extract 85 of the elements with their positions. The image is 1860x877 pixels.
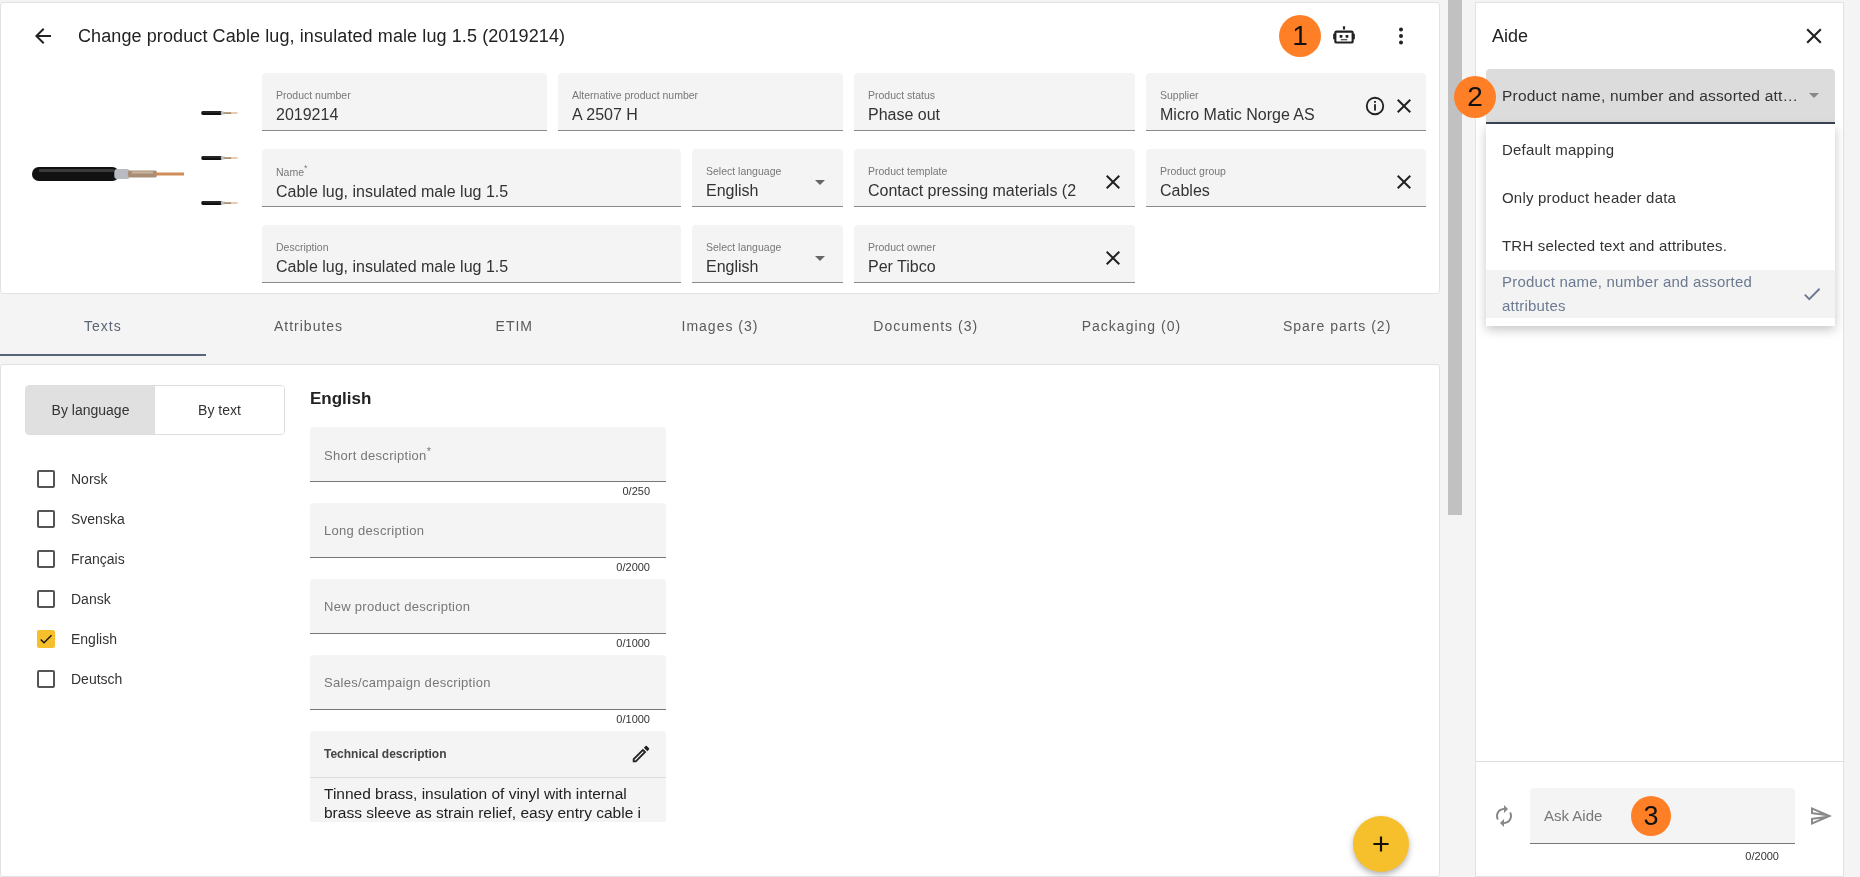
tab[interactable]: ETIM [411,298,618,356]
checkbox[interactable] [37,550,55,568]
field-label: Description [276,240,330,253]
dropdown-caret-icon [1809,93,1819,98]
field-label: Supplier [1160,88,1200,101]
field-value: Per Tibco [868,257,937,276]
field-label: Select language [706,164,783,177]
menu-item[interactable]: Product name, number and assorted attributes [1486,270,1835,318]
dropdown-caret-icon [815,179,825,185]
product-field[interactable]: Product group Cables [1146,149,1426,207]
text-field[interactable]: New product description [310,579,666,634]
field-label: Alternative product number [572,88,700,101]
tab[interactable]: Texts [0,298,206,356]
product-field[interactable]: Alternative product number A 2507 H [558,73,843,131]
field-value: Phase out [868,105,942,124]
tab[interactable]: Documents (3) [822,298,1029,356]
language-label: Norsk [71,470,108,489]
tab[interactable]: Attributes [205,298,412,356]
character-counter: 0/2000 [1744,850,1780,862]
field-label: Select language [706,240,783,253]
field-label: Sales/campaign description [324,674,491,690]
field-value: A 2507 H [572,105,639,124]
character-counter: 0/2000 [615,561,651,575]
field-value: Cable lug, insulated male lug 1.5 [276,182,510,201]
mapping-dropdown[interactable]: Product name, number and assorted att… [1486,69,1835,124]
language-label: Svenska [71,510,125,529]
tab[interactable]: Packaging (0) [1028,298,1235,356]
product-field[interactable]: Name$^{*}$ Cable lug, insulated male lug 1.5 [262,149,681,207]
send-button[interactable] [1809,804,1833,828]
character-counter: 0/1000 [615,713,651,727]
panel-title: Aide [1492,25,1529,47]
product-field[interactable]: Product number 2019214 [262,73,547,131]
field-value: Cable lug, insulated male lug 1.5 [276,257,510,276]
checkbox[interactable] [37,670,55,688]
menu-item[interactable]: Default mapping [1486,126,1835,174]
text-field[interactable]: Sales/campaign description [310,655,666,710]
field-value: 2019214 [276,105,340,124]
dropdown-caret-icon [815,255,825,261]
field-value: Micro Matic Norge AS [1160,105,1316,124]
checkbox[interactable] [37,470,55,488]
language-label: English [71,630,117,649]
section-heading: English [310,389,373,410]
language-label: Dansk [71,590,111,609]
scrollbar[interactable] [1448,0,1462,515]
field-value: English [706,181,760,200]
edit-button[interactable] [630,743,652,765]
checkbox[interactable] [37,590,55,608]
field-label: Technical description [324,747,447,761]
character-counter: 0/250 [621,485,651,499]
pencil-icon [630,743,652,765]
annotation-badge: 1 [1279,15,1321,57]
field-label: Product template [868,164,949,177]
field-label: Long description [324,522,425,538]
character-counter: 0/1000 [615,637,651,651]
tab[interactable]: Images (3) [617,298,823,356]
checkbox[interactable] [37,510,55,528]
view-toggle-button[interactable]: By language [26,386,155,434]
field-label: Product number [276,88,352,101]
text-field[interactable]: Short description$^{*}$ [310,427,666,482]
field-label: Product owner [868,240,937,253]
send-icon [1809,804,1833,828]
field-label: Product status [868,88,937,101]
language-select[interactable]: Select language English [692,225,843,283]
product-field[interactable]: Supplier Micro Matic Norge AS [1146,73,1426,131]
field-value: English [706,257,760,276]
language-label: Français [71,550,125,569]
field-value: Contact pressing materials (2 [868,181,1078,200]
product-field[interactable]: Description Cable lug, insulated male lug 1.5 [262,225,681,283]
field-label: New product description [324,598,471,614]
page-title: Change product Cable lug, insulated male lug 1.5 (2019214) [78,25,566,47]
field-value: Cables [1160,181,1211,200]
field-label: Product group [1160,164,1227,177]
info-icon[interactable] [1364,95,1386,117]
language-select[interactable]: Select language English [692,149,843,207]
field-label: Short description$^{*}$ [324,444,432,464]
menu-item[interactable]: TRH selected text and attributes. [1486,222,1835,270]
product-field[interactable]: Product status Phase out [854,73,1135,131]
text-field[interactable]: Long description [310,503,666,558]
menu-item[interactable]: Only product header data [1486,174,1835,222]
product-field[interactable]: Product template Contact pressing materials (2 [854,149,1135,207]
product-field[interactable]: Product owner Per Tibco [854,225,1135,283]
tab[interactable]: Spare parts (2) [1234,298,1440,356]
field-label: Name$^{*}$ [276,163,309,178]
field-value: Tinned brass, insulation of vinyl with internal brass sleeve as strain relief, easy entry cable i [323,784,643,822]
language-label: Deutsch [71,670,123,689]
